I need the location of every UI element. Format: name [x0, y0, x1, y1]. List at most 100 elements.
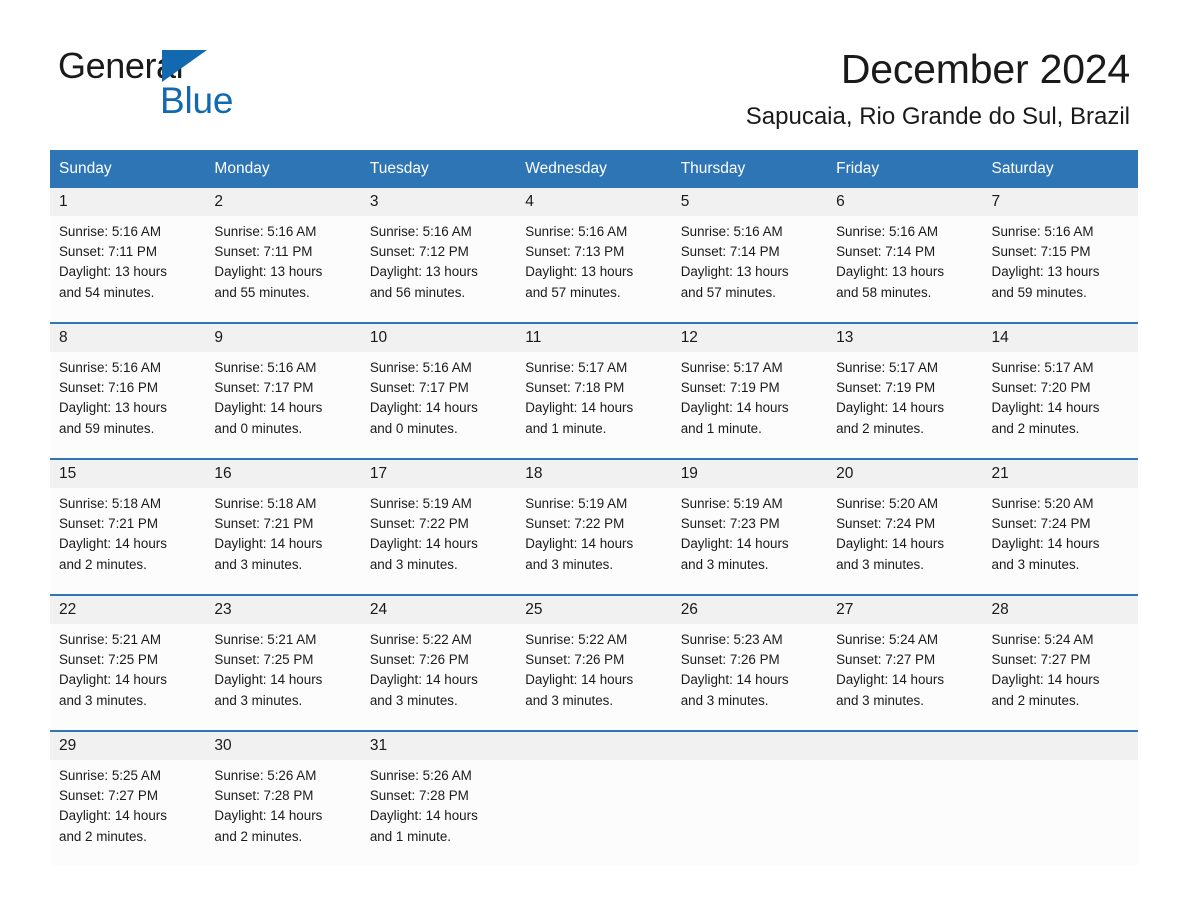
day-cell[interactable]: Sunrise: 5:16 AM Sunset: 7:15 PM Dayligh… [982, 216, 1138, 323]
sunset-text: Sunset: 7:14 PM [836, 244, 936, 260]
day-number[interactable]: 9 [205, 322, 361, 352]
daylight-text-line2: and 56 minutes. [369, 284, 466, 300]
daylight-text-line2: and 2 minutes. [991, 692, 1080, 708]
weekday-header-monday: Monday [205, 150, 361, 188]
day-number[interactable]: 5 [671, 188, 828, 216]
weekday-header-tuesday: Tuesday [360, 150, 517, 188]
day-cell[interactable]: Sunrise: 5:16 AM Sunset: 7:11 PM Dayligh… [50, 216, 206, 323]
day-number[interactable]: 29 [50, 730, 206, 760]
day-number[interactable]: 31 [360, 730, 517, 760]
day-number[interactable]: 19 [671, 458, 828, 488]
day-cell[interactable]: Sunrise: 5:16 AM Sunset: 7:14 PM Dayligh… [827, 216, 983, 323]
day-number[interactable]: 20 [827, 458, 983, 488]
day-cell[interactable]: Sunrise: 5:18 AM Sunset: 7:21 PM Dayligh… [205, 488, 361, 595]
day-cell[interactable]: Sunrise: 5:21 AM Sunset: 7:25 PM Dayligh… [205, 624, 361, 731]
sunrise-text: Sunrise: 5:16 AM [369, 224, 472, 239]
day-cell[interactable]: Sunrise: 5:16 AM Sunset: 7:17 PM Dayligh… [360, 352, 517, 459]
day-number[interactable]: 21 [982, 458, 1138, 488]
sunrise-text: Sunrise: 5:16 AM [680, 224, 783, 239]
sunset-text: Sunset: 7:26 PM [680, 652, 780, 668]
day-cell[interactable]: Sunrise: 5:25 AM Sunset: 7:27 PM Dayligh… [50, 760, 206, 866]
daylight-text-line1: Daylight: 13 hours [525, 264, 634, 280]
sunset-text: Sunset: 7:27 PM [991, 652, 1091, 668]
day-number[interactable]: 11 [516, 322, 672, 352]
page-header: General Blue December 2024 Sapucaia, Rio… [50, 0, 1138, 150]
day-number[interactable]: 25 [516, 594, 672, 624]
day-cell[interactable]: Sunrise: 5:22 AM Sunset: 7:26 PM Dayligh… [360, 624, 517, 731]
day-cell[interactable]: Sunrise: 5:17 AM Sunset: 7:19 PM Dayligh… [671, 352, 828, 459]
sunset-text: Sunset: 7:15 PM [991, 244, 1091, 260]
day-cell[interactable]: Sunrise: 5:19 AM Sunset: 7:22 PM Dayligh… [516, 488, 672, 595]
daylight-text-line1: Daylight: 14 hours [836, 672, 945, 688]
day-cell[interactable]: Sunrise: 5:16 AM Sunset: 7:13 PM Dayligh… [516, 216, 672, 323]
day-cell[interactable]: Sunrise: 5:24 AM Sunset: 7:27 PM Dayligh… [827, 624, 983, 731]
daylight-text-line1: Daylight: 14 hours [525, 400, 634, 416]
day-number[interactable]: 28 [982, 594, 1138, 624]
day-number[interactable]: 17 [360, 458, 517, 488]
weekday-header-row: Sunday Monday Tuesday Wednesday Thursday… [50, 150, 1138, 188]
day-number[interactable]: 15 [50, 458, 206, 488]
sunset-text: Sunset: 7:20 PM [991, 380, 1091, 396]
day-number[interactable]: 13 [827, 322, 983, 352]
day-number[interactable]: 22 [50, 594, 206, 624]
day-cell[interactable]: Sunrise: 5:24 AM Sunset: 7:27 PM Dayligh… [982, 624, 1138, 731]
day-cell[interactable]: Sunrise: 5:17 AM Sunset: 7:19 PM Dayligh… [827, 352, 983, 459]
day-cell[interactable]: Sunrise: 5:26 AM Sunset: 7:28 PM Dayligh… [360, 760, 517, 866]
day-number[interactable]: 2 [205, 188, 361, 216]
sunset-text: Sunset: 7:28 PM [214, 788, 314, 804]
day-cell[interactable]: Sunrise: 5:26 AM Sunset: 7:28 PM Dayligh… [205, 760, 361, 866]
day-number[interactable]: 27 [827, 594, 983, 624]
day-cell[interactable]: Sunrise: 5:16 AM Sunset: 7:17 PM Dayligh… [205, 352, 361, 459]
daylight-text-line2: and 3 minutes. [59, 692, 147, 708]
sunrise-text: Sunrise: 5:16 AM [214, 360, 317, 375]
day-number[interactable]: 3 [360, 188, 517, 216]
day-number[interactable]: 30 [205, 730, 361, 760]
day-cell[interactable]: Sunrise: 5:23 AM Sunset: 7:26 PM Dayligh… [671, 624, 828, 731]
week-3-detail-row: Sunrise: 5:18 AM Sunset: 7:21 PM Dayligh… [50, 488, 1138, 595]
day-number[interactable]: 12 [671, 322, 828, 352]
day-number[interactable]: 10 [360, 322, 517, 352]
day-cell[interactable]: Sunrise: 5:20 AM Sunset: 7:24 PM Dayligh… [827, 488, 983, 595]
day-number[interactable]: 16 [205, 458, 361, 488]
sunset-text: Sunset: 7:11 PM [214, 244, 313, 260]
sunrise-text: Sunrise: 5:16 AM [525, 224, 628, 239]
day-number[interactable]: 18 [516, 458, 672, 488]
sunrise-text: Sunrise: 5:17 AM [836, 360, 939, 375]
day-cell[interactable]: Sunrise: 5:16 AM Sunset: 7:12 PM Dayligh… [360, 216, 517, 323]
sunset-text: Sunset: 7:27 PM [836, 652, 936, 668]
daylight-text-line2: and 3 minutes. [836, 556, 924, 572]
daylight-text-line1: Daylight: 14 hours [59, 808, 167, 824]
day-cell[interactable]: Sunrise: 5:16 AM Sunset: 7:16 PM Dayligh… [50, 352, 206, 459]
day-number[interactable]: 6 [827, 188, 983, 216]
day-number[interactable]: 7 [982, 188, 1138, 216]
day-number[interactable]: 14 [982, 322, 1138, 352]
day-number[interactable]: 26 [671, 594, 828, 624]
daylight-text-line2: and 3 minutes. [680, 556, 769, 572]
day-cell[interactable]: Sunrise: 5:18 AM Sunset: 7:21 PM Dayligh… [50, 488, 206, 595]
day-number[interactable]: 1 [50, 188, 206, 216]
week-2-detail-row: Sunrise: 5:16 AM Sunset: 7:16 PM Dayligh… [50, 352, 1138, 459]
day-number[interactable]: 4 [516, 188, 672, 216]
day-number[interactable]: 8 [50, 322, 206, 352]
sunset-text: Sunset: 7:16 PM [59, 380, 158, 396]
sunset-text: Sunset: 7:21 PM [59, 516, 158, 532]
day-cell[interactable]: Sunrise: 5:22 AM Sunset: 7:26 PM Dayligh… [516, 624, 672, 731]
calendar-body: 1 2 3 4 5 6 7 Sunrise: 5:16 AM Sunset: 7… [50, 188, 1138, 866]
week-5-daynum-row: 29 30 31 [50, 730, 1138, 760]
day-cell[interactable]: Sunrise: 5:16 AM Sunset: 7:14 PM Dayligh… [671, 216, 828, 323]
day-number[interactable]: 23 [205, 594, 361, 624]
day-cell[interactable]: Sunrise: 5:19 AM Sunset: 7:23 PM Dayligh… [671, 488, 828, 595]
daylight-text-line1: Daylight: 14 hours [59, 672, 167, 688]
daylight-text-line1: Daylight: 14 hours [680, 672, 789, 688]
sunset-text: Sunset: 7:11 PM [59, 244, 158, 260]
day-cell[interactable]: Sunrise: 5:19 AM Sunset: 7:22 PM Dayligh… [360, 488, 517, 595]
day-cell[interactable]: Sunrise: 5:16 AM Sunset: 7:11 PM Dayligh… [205, 216, 361, 323]
day-cell[interactable]: Sunrise: 5:21 AM Sunset: 7:25 PM Dayligh… [50, 624, 206, 731]
daylight-text-line1: Daylight: 13 hours [836, 264, 945, 280]
day-cell[interactable]: Sunrise: 5:17 AM Sunset: 7:20 PM Dayligh… [982, 352, 1138, 459]
day-cell[interactable]: Sunrise: 5:17 AM Sunset: 7:18 PM Dayligh… [516, 352, 672, 459]
day-number[interactable]: 24 [360, 594, 517, 624]
sunset-text: Sunset: 7:14 PM [680, 244, 780, 260]
day-number-empty [982, 730, 1138, 760]
day-cell[interactable]: Sunrise: 5:20 AM Sunset: 7:24 PM Dayligh… [982, 488, 1138, 595]
